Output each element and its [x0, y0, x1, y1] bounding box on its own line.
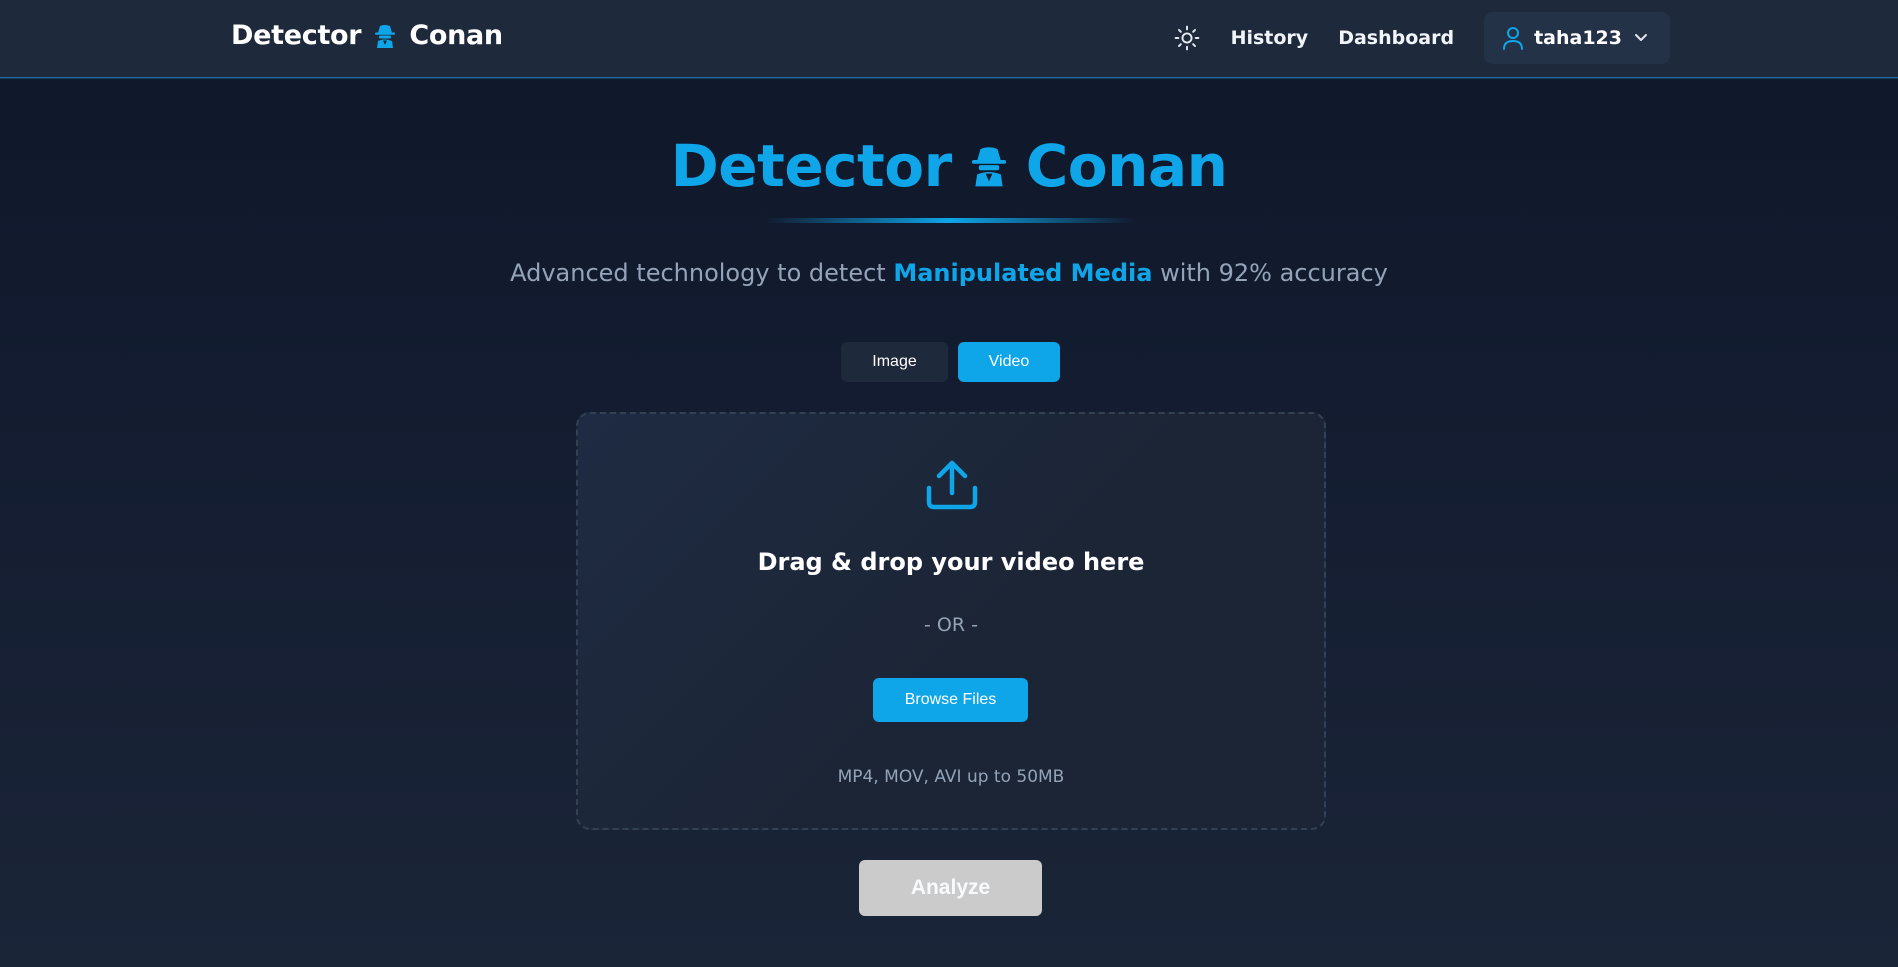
- sun-icon: [1174, 25, 1199, 51]
- title-text-left: Detector: [670, 132, 953, 200]
- dropzone-title: Drag & drop your video here: [757, 548, 1145, 576]
- tagline-highlight: Manipulated Media: [893, 259, 1153, 287]
- nav-dashboard-link[interactable]: Dashboard: [1338, 27, 1454, 49]
- top-navbar: Detector Conan History Dashboard taha123: [0, 0, 1898, 78]
- title-text-right: Conan: [1025, 132, 1228, 200]
- page: Detector Conan History Dashboard taha123…: [0, 0, 1898, 967]
- analyze-button[interactable]: Analyze: [859, 860, 1042, 916]
- tagline: Advanced technology to detect Manipulate…: [0, 259, 1898, 287]
- brand-text-right: Conan: [409, 20, 503, 51]
- theme-toggle-button[interactable]: [1173, 24, 1201, 52]
- chevron-down-icon: [1635, 34, 1647, 41]
- spy-detective-icon: [375, 24, 396, 48]
- spy-detective-icon: [971, 145, 1006, 187]
- brand-logo[interactable]: Detector Conan: [231, 20, 503, 51]
- tagline-prefix: Advanced technology to detect: [510, 259, 894, 287]
- brand-text-left: Detector: [231, 20, 362, 51]
- upload-icon: [925, 458, 979, 517]
- tab-video[interactable]: Video: [958, 342, 1060, 382]
- user-icon: [1503, 27, 1524, 50]
- title-underline: [765, 218, 1135, 223]
- file-dropzone[interactable]: Drag & drop your video here - OR - Brows…: [576, 412, 1326, 830]
- nav-menu: History Dashboard taha123: [1173, 12, 1670, 64]
- browse-files-button[interactable]: Browse Files: [873, 678, 1028, 722]
- dropzone-or-separator: - OR -: [924, 614, 978, 636]
- tab-image[interactable]: Image: [841, 342, 948, 382]
- user-menu-button[interactable]: taha123: [1484, 12, 1670, 64]
- tagline-suffix: with 92% accuracy: [1152, 259, 1388, 287]
- file-format-hint: MP4, MOV, AVI up to 50MB: [837, 767, 1065, 787]
- media-type-tabs: Image Video: [841, 342, 1060, 382]
- username-label: taha123: [1534, 27, 1622, 49]
- page-title: Detector Conan: [0, 132, 1898, 200]
- nav-history-link[interactable]: History: [1231, 27, 1309, 49]
